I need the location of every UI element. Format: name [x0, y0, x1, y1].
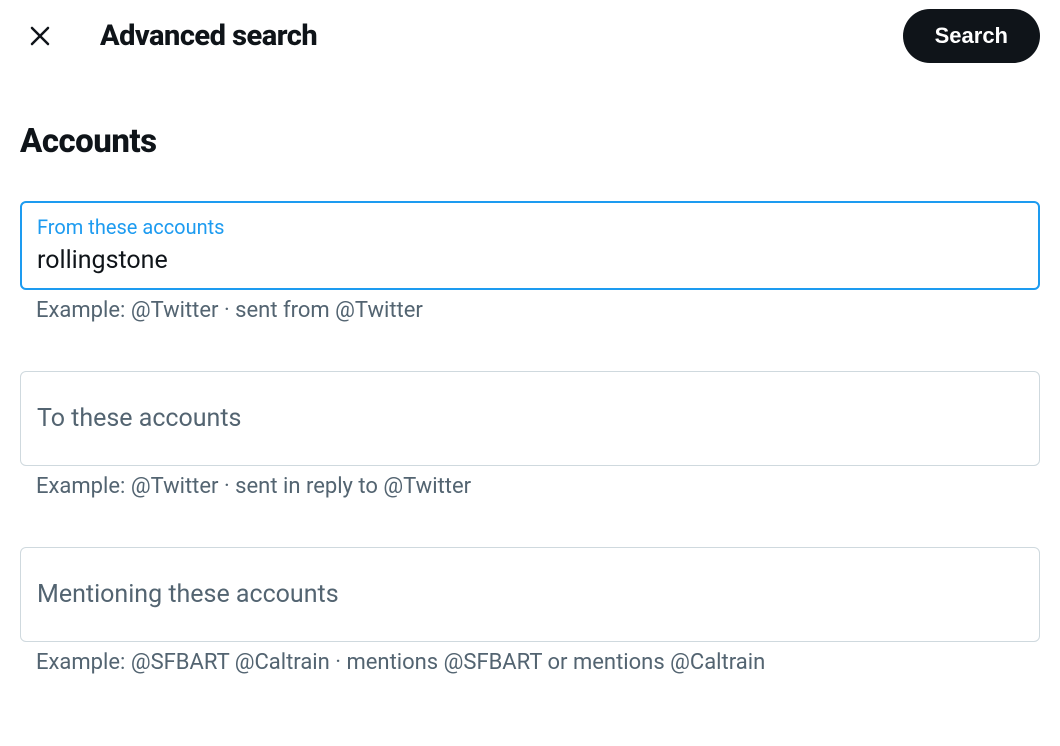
section-title-accounts: Accounts: [20, 122, 1040, 161]
from-accounts-input[interactable]: [37, 246, 1023, 275]
to-accounts-label: To these accounts: [37, 404, 241, 433]
mentioning-accounts-example: Example: @SFBART @Caltrain · mentions @S…: [20, 650, 1040, 675]
mentioning-accounts-field-group: Mentioning these accounts Example: @SFBA…: [20, 547, 1040, 675]
to-accounts-field-group: To these accounts Example: @Twitter · se…: [20, 371, 1040, 499]
content: Accounts From these accounts Example: @T…: [0, 122, 1060, 675]
from-accounts-label: From these accounts: [37, 214, 1023, 240]
header: Advanced search Search: [0, 0, 1060, 72]
close-button[interactable]: [20, 16, 60, 56]
from-accounts-field[interactable]: From these accounts: [20, 201, 1040, 290]
mentioning-accounts-field[interactable]: Mentioning these accounts: [20, 547, 1040, 642]
search-button[interactable]: Search: [903, 9, 1040, 63]
to-accounts-field[interactable]: To these accounts: [20, 371, 1040, 466]
to-accounts-example: Example: @Twitter · sent in reply to @Tw…: [20, 474, 1040, 499]
from-accounts-field-group: From these accounts Example: @Twitter · …: [20, 201, 1040, 323]
mentioning-accounts-label: Mentioning these accounts: [37, 580, 339, 609]
page-title: Advanced search: [100, 19, 317, 53]
close-icon: [28, 24, 52, 48]
from-accounts-example: Example: @Twitter · sent from @Twitter: [20, 298, 1040, 323]
